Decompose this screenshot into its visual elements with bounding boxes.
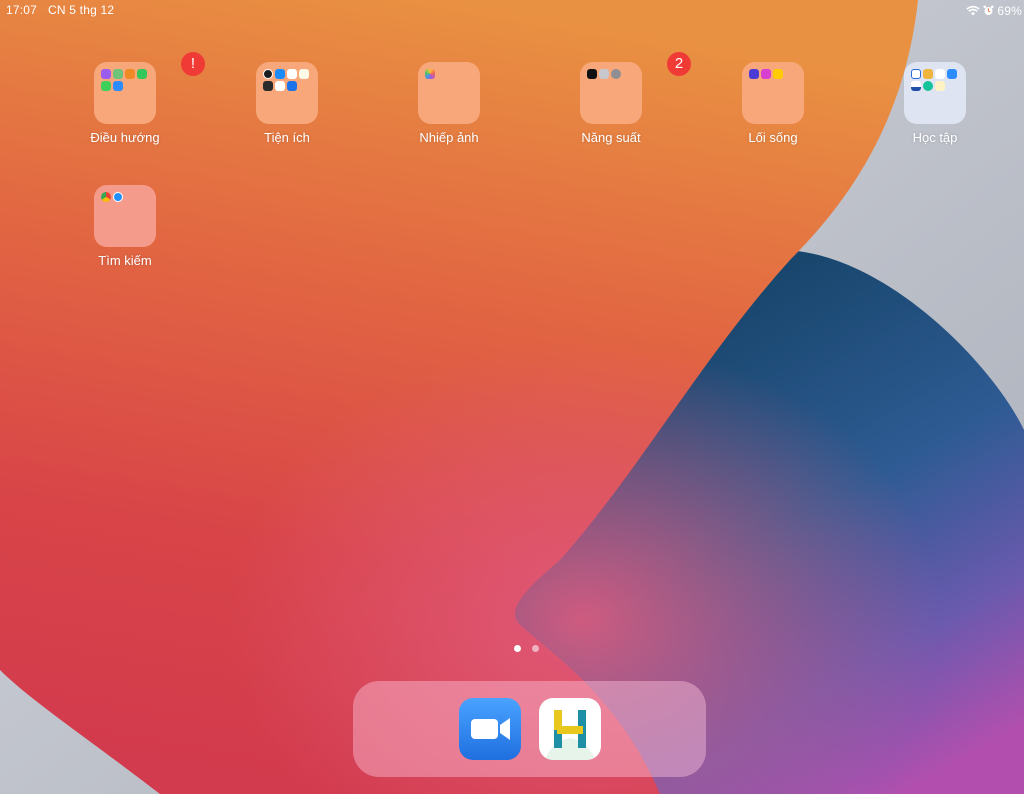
maps-icon bbox=[113, 69, 123, 79]
photos-icon bbox=[425, 69, 435, 79]
folder-app-grid bbox=[425, 69, 471, 79]
facetime-icon bbox=[137, 69, 147, 79]
page-indicator[interactable] bbox=[514, 645, 539, 652]
zoom-mini-icon bbox=[947, 69, 957, 79]
tips-icon bbox=[773, 69, 783, 79]
folder-dieu-huong[interactable]: ! Điều hướng bbox=[55, 52, 205, 158]
meet-icon bbox=[287, 81, 297, 91]
folder-app-grid bbox=[911, 69, 957, 91]
h-app-icon[interactable] bbox=[539, 698, 601, 760]
status-date: CN 5 thg 12 bbox=[48, 3, 115, 17]
folder-tile[interactable]: ! bbox=[94, 52, 205, 124]
status-time: 17:07 bbox=[6, 3, 38, 17]
dock bbox=[353, 681, 706, 777]
lingo-icon bbox=[935, 81, 945, 91]
settings-icon bbox=[611, 69, 621, 79]
folder-nhiep-anh[interactable]: Nhiếp ảnh bbox=[379, 62, 519, 158]
notification-badge: 2 bbox=[667, 52, 691, 76]
folder-app-grid bbox=[101, 69, 147, 91]
folder-label: Tiện ích bbox=[264, 130, 310, 145]
folder-app-grid bbox=[263, 69, 309, 91]
gmail-icon bbox=[275, 81, 285, 91]
folder-tile[interactable]: 2 bbox=[580, 52, 691, 124]
alarm-icon bbox=[983, 5, 994, 15]
grammarly-icon bbox=[923, 81, 933, 91]
folder-label: Lối sống bbox=[748, 130, 798, 145]
classroom-icon bbox=[911, 69, 921, 79]
folder-tile[interactable] bbox=[742, 62, 804, 124]
zoom-app-icon[interactable] bbox=[459, 698, 521, 760]
folder-tile[interactable] bbox=[418, 62, 480, 124]
notification-badge: ! bbox=[181, 52, 205, 76]
folder-label: Năng suất bbox=[581, 130, 641, 145]
appletv-icon bbox=[587, 69, 597, 79]
folder-app-grid bbox=[749, 69, 795, 79]
clock-icon bbox=[263, 69, 273, 79]
folder-label: Điều hướng bbox=[90, 130, 160, 145]
itunes-icon bbox=[761, 69, 771, 79]
camera-icon bbox=[263, 81, 273, 91]
books-icon bbox=[125, 69, 135, 79]
duolingo-icon bbox=[923, 69, 933, 79]
battery-percentage: 69% bbox=[997, 3, 1022, 18]
messages-icon bbox=[101, 81, 111, 91]
chrome-icon bbox=[101, 192, 111, 202]
folder-label: Nhiếp ảnh bbox=[419, 130, 479, 145]
shortcuts-icon bbox=[749, 69, 759, 79]
folder-nang-suat[interactable]: 2 Năng suất bbox=[541, 52, 691, 158]
files-icon bbox=[287, 69, 297, 79]
status-bar: 17:07 CN 5 thg 12 69% bbox=[0, 0, 1024, 20]
appstore-icon bbox=[275, 69, 285, 79]
page-dot-1[interactable] bbox=[514, 645, 521, 652]
folder-hoc-tap[interactable]: Học tập bbox=[865, 62, 1005, 158]
folder-label: Tìm kiếm bbox=[98, 253, 152, 268]
folder-app-grid bbox=[101, 192, 147, 202]
folder-tien-ich[interactable]: Tiện ích bbox=[217, 62, 357, 158]
podcasts-icon bbox=[101, 69, 111, 79]
dictionary-icon bbox=[935, 69, 945, 79]
safari-icon bbox=[113, 192, 123, 202]
contacts-icon bbox=[599, 69, 609, 79]
azota-icon bbox=[911, 81, 921, 91]
folder-label: Học tập bbox=[912, 130, 958, 145]
folder-tile[interactable] bbox=[904, 62, 966, 124]
folder-tile[interactable] bbox=[94, 185, 156, 247]
folder-tile[interactable] bbox=[256, 62, 318, 124]
folder-loi-song[interactable]: Lối sống bbox=[703, 62, 843, 158]
zoom-mini-icon bbox=[113, 81, 123, 91]
notes-icon bbox=[299, 69, 309, 79]
status-right: 69% bbox=[966, 2, 1022, 18]
folder-app-grid bbox=[587, 69, 633, 79]
page-dot-2[interactable] bbox=[532, 645, 539, 652]
folder-tim-kiem[interactable]: Tìm kiếm bbox=[55, 185, 195, 281]
wifi-icon bbox=[966, 5, 981, 15]
